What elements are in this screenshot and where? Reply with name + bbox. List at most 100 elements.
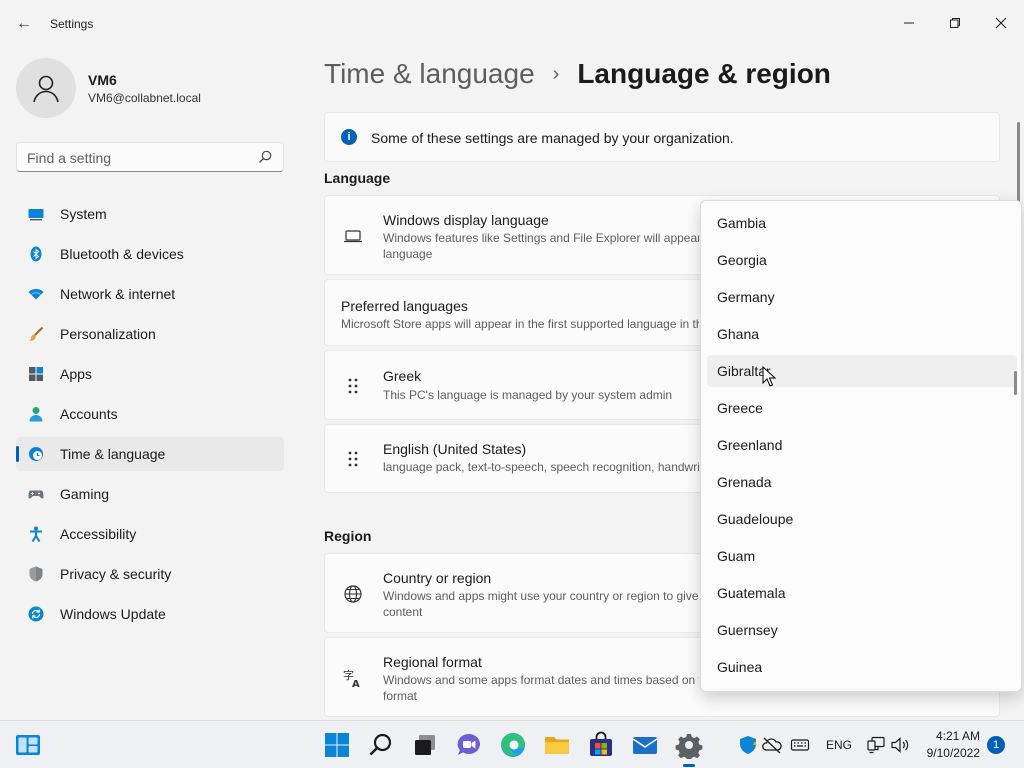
sidebar-item-privacy[interactable]: Privacy & security bbox=[16, 557, 284, 591]
sidebar-item-label: Personalization bbox=[60, 326, 156, 342]
drag-handle-icon[interactable] bbox=[343, 376, 363, 396]
card-title: Windows display language bbox=[383, 212, 549, 228]
dropdown-option[interactable]: Guernsey bbox=[707, 614, 1017, 646]
dropdown-option[interactable]: Guam bbox=[707, 540, 1017, 572]
back-button[interactable]: ← bbox=[10, 12, 38, 36]
widgets-icon[interactable] bbox=[14, 731, 42, 759]
bluetooth-icon bbox=[30, 246, 42, 262]
sidebar-item-personalization[interactable]: Personalization bbox=[16, 317, 284, 351]
volume-icon[interactable] bbox=[890, 735, 910, 755]
breadcrumb-parent[interactable]: Time & language bbox=[324, 58, 535, 89]
sidebar-item-time-language[interactable]: Time & language bbox=[16, 437, 284, 471]
sidebar-item-accessibility[interactable]: Accessibility bbox=[16, 517, 284, 551]
card-description: Microsoft Store apps will appear in the … bbox=[341, 317, 699, 331]
defender-icon[interactable] bbox=[738, 735, 758, 755]
clock-time[interactable]: 4:21 AM bbox=[918, 729, 980, 743]
card-title: Preferred languages bbox=[341, 298, 468, 314]
title-bar: ← Settings bbox=[0, 0, 1024, 48]
sidebar-item-label: Network & internet bbox=[60, 286, 176, 302]
apps-icon bbox=[29, 367, 43, 381]
gaming-icon bbox=[28, 490, 44, 499]
sidebar-item-bluetooth[interactable]: Bluetooth & devices bbox=[16, 237, 284, 271]
dropdown-option[interactable]: Grenada bbox=[707, 466, 1017, 498]
card-description: Windows and apps might use your country … bbox=[383, 589, 699, 619]
country-dropdown-list[interactable]: Gambia Georgia Germany Ghana Gibraltar G… bbox=[700, 200, 1022, 692]
time-language-icon bbox=[29, 447, 43, 461]
start-icon[interactable] bbox=[323, 731, 351, 759]
task-view-icon[interactable] bbox=[411, 731, 439, 759]
dropdown-option-hovered[interactable]: Gibraltar bbox=[707, 355, 1017, 387]
network-icon bbox=[28, 288, 44, 300]
section-title-region: Region bbox=[324, 528, 372, 544]
close-button[interactable] bbox=[978, 6, 1024, 38]
search-input[interactable]: Find a setting bbox=[16, 142, 284, 172]
dropdown-option[interactable]: Guadeloupe bbox=[707, 503, 1017, 535]
managed-info-bar: i Some of these settings are managed by … bbox=[324, 112, 1000, 162]
input-language-indicator[interactable]: ENG bbox=[826, 738, 852, 752]
sidebar-item-label: System bbox=[60, 206, 107, 222]
sidebar-item-label: Gaming bbox=[60, 486, 110, 502]
search-placeholder: Find a setting bbox=[27, 150, 112, 166]
card-title: Greek bbox=[383, 368, 422, 384]
dropdown-option[interactable]: Georgia bbox=[707, 244, 1017, 276]
dropdown-option[interactable]: Ghana bbox=[707, 318, 1017, 350]
dropdown-option[interactable]: Greenland bbox=[707, 429, 1017, 461]
clock-date[interactable]: 9/10/2022 bbox=[918, 746, 980, 760]
breadcrumb: Time & language › Language & region bbox=[324, 58, 831, 90]
store-icon[interactable] bbox=[587, 731, 615, 759]
page-title: Language & region bbox=[577, 58, 831, 89]
search-icon bbox=[259, 150, 272, 163]
regional-format-icon: 字A bbox=[343, 668, 360, 688]
sidebar-item-system[interactable]: System bbox=[16, 197, 284, 231]
onedrive-offline-icon[interactable] bbox=[762, 735, 782, 755]
card-title: English (United States) bbox=[383, 441, 527, 457]
file-explorer-icon[interactable] bbox=[543, 731, 571, 759]
card-description: Windows features like Settings and File … bbox=[383, 231, 699, 261]
card-title: Regional format bbox=[383, 654, 482, 670]
chevron-right-icon: › bbox=[552, 63, 560, 85]
dropdown-option[interactable]: Germany bbox=[707, 281, 1017, 313]
sidebar-item-network[interactable]: Network & internet bbox=[16, 277, 284, 311]
taskbar: ENG 4:21 AM 9/10/2022 1 bbox=[0, 720, 1024, 768]
minimize-button[interactable] bbox=[886, 6, 932, 38]
sidebar-item-label: Accessibility bbox=[60, 526, 137, 542]
dropdown-option[interactable]: Greece bbox=[707, 392, 1017, 424]
card-description: language pack, text-to-speech, speech re… bbox=[383, 460, 699, 474]
accessibility-icon bbox=[30, 526, 42, 542]
sidebar-item-label: Time & language bbox=[60, 446, 166, 462]
avatar[interactable] bbox=[16, 58, 76, 118]
maximize-button[interactable] bbox=[932, 6, 978, 38]
sidebar-item-apps[interactable]: Apps bbox=[16, 357, 284, 391]
keyboard-icon[interactable] bbox=[790, 735, 810, 755]
minimize-icon bbox=[904, 22, 914, 24]
page-scrollbar[interactable] bbox=[1017, 122, 1020, 202]
chat-icon[interactable] bbox=[455, 731, 483, 759]
section-title-language: Language bbox=[324, 170, 391, 186]
update-icon bbox=[28, 606, 44, 622]
edge-icon[interactable] bbox=[499, 731, 527, 759]
sidebar-item-label: Windows Update bbox=[60, 606, 166, 622]
info-text: Some of these settings are managed by yo… bbox=[371, 130, 734, 146]
drag-handle-icon[interactable] bbox=[343, 449, 363, 469]
dropdown-option[interactable]: Gambia bbox=[707, 207, 1017, 239]
info-icon: i bbox=[341, 129, 357, 145]
system-icon bbox=[28, 209, 44, 221]
settings-icon[interactable] bbox=[675, 731, 703, 759]
user-email: VM6@collabnet.local bbox=[88, 91, 201, 105]
dropdown-option[interactable]: Guatemala bbox=[707, 577, 1017, 609]
notification-badge[interactable]: 1 bbox=[987, 736, 1005, 754]
sidebar-item-label: Privacy & security bbox=[60, 566, 172, 582]
user-name: VM6 bbox=[88, 72, 117, 88]
sidebar-item-accounts[interactable]: Accounts bbox=[16, 397, 284, 431]
accounts-icon bbox=[29, 407, 43, 422]
sidebar-item-gaming[interactable]: Gaming bbox=[16, 477, 284, 511]
dropdown-scrollbar[interactable] bbox=[1014, 371, 1017, 395]
sidebar-item-label: Apps bbox=[60, 366, 92, 382]
search-icon[interactable] bbox=[367, 731, 395, 759]
dropdown-option[interactable]: Guinea bbox=[707, 651, 1017, 683]
network-status-icon[interactable] bbox=[866, 735, 886, 755]
sidebar-item-windows-update[interactable]: Windows Update bbox=[16, 597, 284, 631]
mail-icon[interactable] bbox=[631, 731, 659, 759]
sidebar-item-label: Accounts bbox=[60, 406, 118, 422]
laptop-icon bbox=[344, 230, 362, 243]
